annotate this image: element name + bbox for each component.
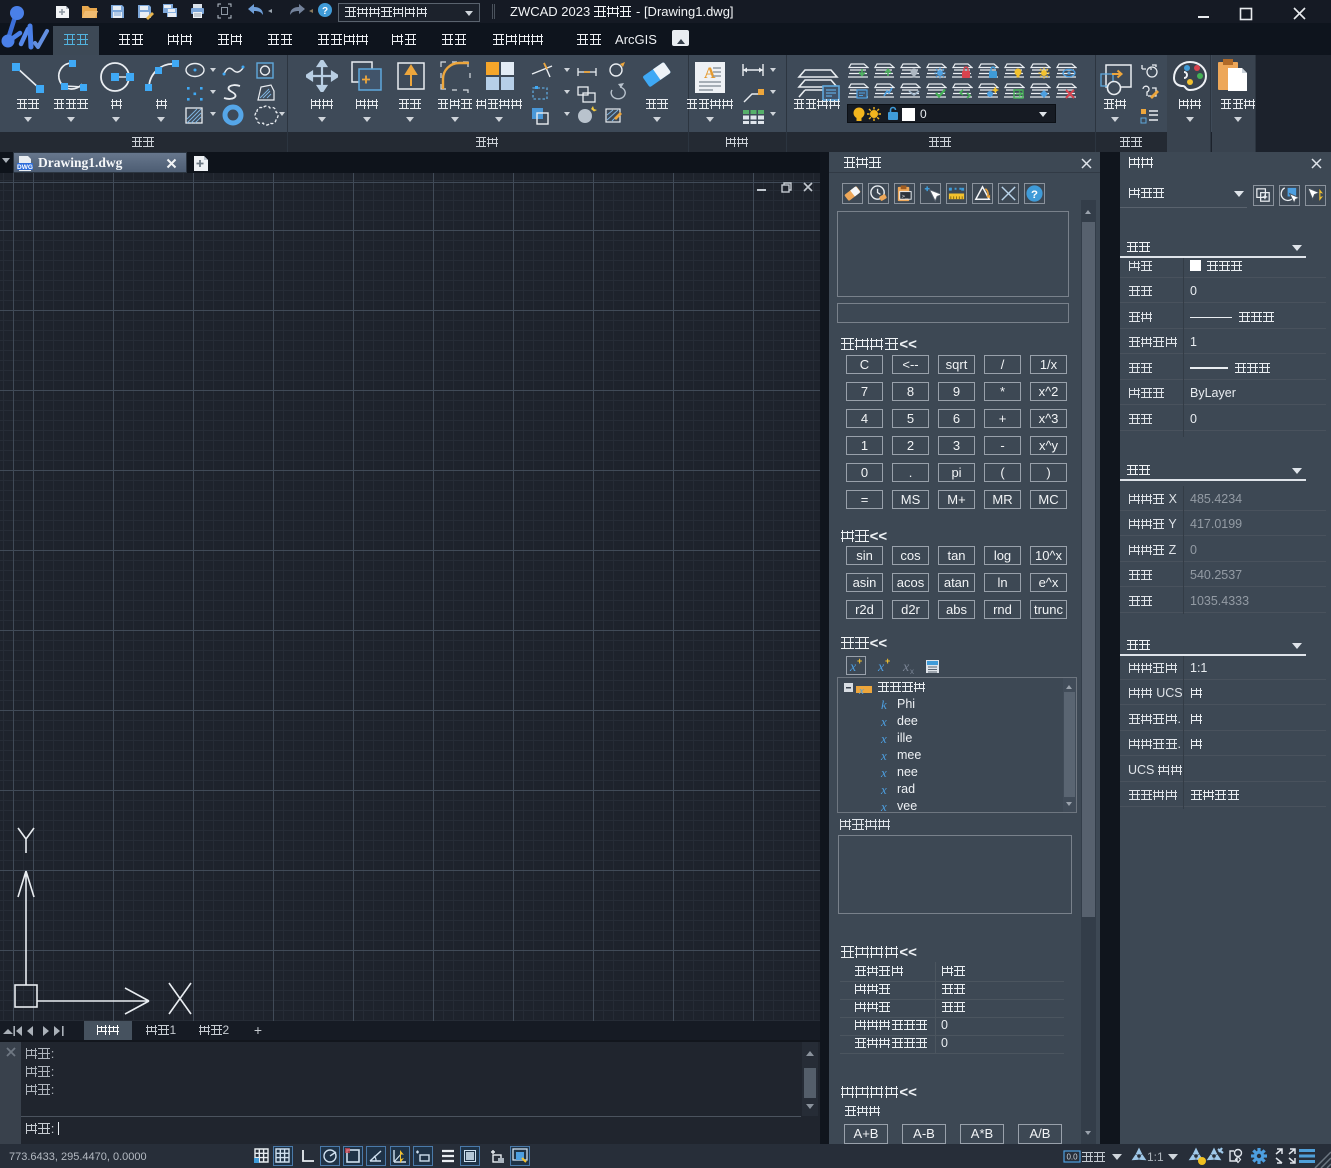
svg-text:+: + — [885, 656, 890, 666]
svg-text:x: x — [910, 667, 914, 676]
svg-text:x: x — [877, 660, 885, 675]
svg-text:x: x — [849, 660, 857, 675]
svg-text:DWG: DWG — [17, 164, 33, 171]
svg-text:x: x — [858, 685, 864, 697]
svg-text:?: ? — [1031, 189, 1038, 201]
svg-text:x: x — [902, 660, 910, 675]
svg-text:>_: >_ — [902, 194, 909, 200]
svg-text:+: + — [857, 656, 862, 666]
svg-text:0.0: 0.0 — [1066, 1153, 1078, 1162]
svg-text:?: ? — [322, 6, 328, 17]
